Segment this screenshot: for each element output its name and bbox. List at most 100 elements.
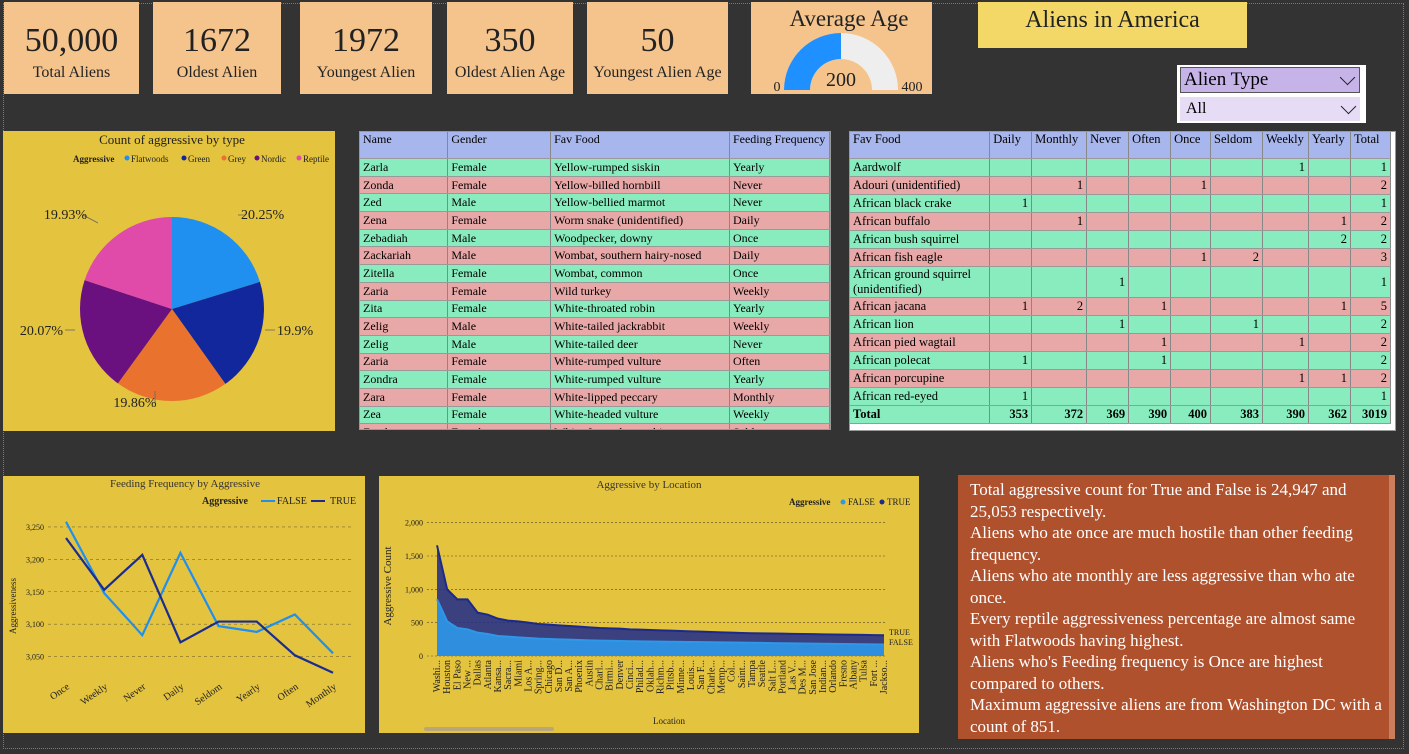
matrix-row[interactable]: African ground squirrel (unidentified) 1 1 (850, 266, 1392, 298)
matrix-row[interactable]: Adouri (unidentified) 1 1 2 (850, 176, 1392, 195)
column-header[interactable]: Never (1086, 132, 1130, 159)
slicer-header[interactable]: Alien Type (1180, 67, 1360, 93)
chevron-down-icon[interactable] (1340, 98, 1357, 115)
legend-item[interactable]: Grey (228, 154, 246, 164)
pie-data-label: 19.86% (113, 396, 157, 411)
average-age-gauge[interactable]: Average Age 200 0 400 (751, 2, 932, 95)
pie-chart-panel[interactable]: Count of aggressive by type Aggressive F… (3, 131, 335, 431)
matrix-cell (1086, 212, 1130, 231)
table-row[interactable]: Zackariah Male Wombat, southern hairy-nose… (360, 246, 830, 266)
table-row[interactable]: ZandraFemaleWhite-fronted capuchinSeldom (360, 423, 830, 429)
matrix-row[interactable]: African jacana 1 2 1 1 5 (850, 297, 1392, 316)
matrix-row[interactable]: African pied wagtail 1 1 2 (850, 333, 1392, 352)
matrix-row[interactable]: Aardwolf 1 1 (850, 158, 1392, 177)
column-header[interactable]: Yearly (1308, 132, 1351, 159)
kpi-card-youngest-alien-age[interactable]: 50 Youngest Alien Age (587, 2, 728, 94)
column-header[interactable]: Seldom (1210, 132, 1263, 159)
table-cell: Weekly (729, 317, 830, 336)
column-header[interactable]: Feeding Frequency (729, 132, 830, 159)
matrix-cell (1128, 158, 1172, 177)
column-header[interactable]: Weekly (1262, 132, 1309, 159)
table-row[interactable]: Zaria Female White-rumped vulture Often (360, 353, 830, 372)
legend-item[interactable]: Flatwoods (131, 154, 169, 164)
column-header[interactable]: Total (1350, 132, 1392, 159)
table-cell: Once (729, 264, 830, 283)
table-row[interactable]: Zarla Female Yellow-rumped siskin Yearly (360, 158, 830, 177)
matrix-cell (1210, 351, 1263, 370)
chevron-down-icon[interactable] (1339, 69, 1356, 86)
line-chart-panel[interactable]: Feeding Frequency by Aggressive Aggressi… (3, 476, 365, 733)
matrix-cell: African buffalo (850, 212, 991, 231)
table-row[interactable]: Zebadiah Male Woodpecker, downy Once (360, 229, 830, 248)
y-tick-label: 3,050 (26, 653, 44, 662)
matrix-row[interactable]: African lion 1 1 2 (850, 315, 1392, 334)
table-cell: Wombat, common (550, 264, 730, 283)
table-row[interactable]: Zea Female White-headed vulture Weekly (360, 406, 830, 425)
horizontal-scrollbar[interactable] (424, 727, 554, 731)
matrix-row[interactable]: African fish eagle 1 2 3 (850, 248, 1392, 267)
slicer-dropdown[interactable]: All (1180, 97, 1360, 121)
table-row[interactable]: Zondra Female White-rumped vulture Yearly (360, 370, 830, 389)
table-cell: Yearly (729, 300, 830, 319)
kpi-card-total-aliens[interactable]: 50,000 Total Aliens (4, 2, 139, 94)
table-row[interactable]: Zitella Female Wombat, common Once (360, 264, 830, 283)
legend-item[interactable]: Reptile (303, 154, 329, 164)
matrix-row[interactable]: African buffalo 1 1 2 (850, 212, 1392, 231)
matrix-row[interactable]: African red-eyed 1 1 (850, 387, 1392, 406)
matrix-cell (1031, 315, 1088, 334)
area-chart-panel[interactable]: Aggressive by Location Aggressive FALSE … (379, 476, 919, 733)
kpi-card-youngest-alien[interactable]: 1972 Youngest Alien (300, 2, 432, 94)
table-row[interactable]: Zed Male Yellow-bellied marmot Never (360, 193, 830, 213)
matrix-cell (1262, 248, 1309, 267)
matrix-cell: African fish eagle (850, 248, 991, 267)
fav-food-matrix[interactable]: Fav Food Daily Monthly Never Often Once Seldom… (849, 131, 1396, 431)
table-row[interactable]: Zita Female White-throated robin Yearly (360, 300, 830, 319)
line-series-true[interactable] (65, 537, 334, 674)
table-row[interactable]: Zara Female White-lipped peccary Monthly (360, 388, 830, 407)
table-row[interactable]: Zena Female Worm snake (unidentified) Daily (360, 211, 830, 230)
alien-details-table[interactable]: Name Gender Fav Food Feeding Frequency Zarl… (359, 131, 831, 430)
table-row[interactable]: Zaria Female Wild turkey Weekly (360, 282, 830, 301)
matrix-total-cell: 372 (1031, 405, 1088, 424)
column-header[interactable]: Fav Food (550, 132, 730, 159)
kpi-card-oldest-alien[interactable]: 1672 Oldest Alien (153, 2, 281, 94)
matrix-cell (1128, 212, 1172, 231)
matrix-cell: African black crake (850, 194, 991, 213)
column-header[interactable]: Gender (447, 132, 552, 159)
matrix-cell (1262, 387, 1309, 406)
table-row[interactable]: Zonda Female Yellow-billed hornbill Never (360, 176, 830, 195)
column-header[interactable]: Monthly (1031, 132, 1088, 159)
matrix-cell (1210, 297, 1263, 316)
alien-type-slicer[interactable]: Alien Type All (1177, 65, 1366, 123)
matrix-cell: African lion (850, 315, 991, 334)
column-header[interactable]: Name (360, 132, 449, 159)
matrix-total-cell: 390 (1262, 405, 1309, 424)
legend-item[interactable]: Green (188, 154, 210, 164)
matrix-cell: 1 (1128, 333, 1172, 352)
matrix-cell (1086, 194, 1130, 213)
matrix-row[interactable]: African polecat 1 1 2 (850, 351, 1392, 370)
matrix-cell (1128, 176, 1172, 195)
legend-label-true: TRUE (887, 497, 911, 507)
matrix-row[interactable]: African black crake 1 1 (850, 194, 1392, 213)
insight-line: Aliens who ate monthly are less aggressi… (970, 566, 1355, 607)
matrix-row[interactable]: African bush squirrel 2 2 (850, 230, 1392, 249)
table-row[interactable]: Zelig Male White-tailed jackrabbit Weekly (360, 317, 830, 336)
kpi-card-oldest-alien-age[interactable]: 350 Oldest Alien Age (447, 2, 573, 94)
matrix-cell (1031, 230, 1088, 249)
column-header[interactable]: Fav Food (850, 132, 991, 159)
insight-line: Every reptile aggressiveness percentage … (970, 609, 1356, 650)
table-cell: Wombat, southern hairy-nosed (550, 246, 730, 266)
vertical-scrollbar[interactable] (1389, 475, 1395, 739)
column-header[interactable]: Often (1128, 132, 1172, 159)
insights-panel: Total aggressive count for True and Fals… (958, 475, 1395, 739)
column-header[interactable]: Daily (989, 132, 1033, 159)
matrix-cell: 1 (1308, 297, 1351, 316)
table-row[interactable]: Zelig Male White-tailed deer Never (360, 335, 830, 354)
matrix-cell: 2 (1031, 297, 1088, 316)
legend-item[interactable]: Nordic (261, 154, 286, 164)
column-header[interactable]: Once (1170, 132, 1212, 159)
matrix-row[interactable]: African porcupine 1 1 2 (850, 369, 1392, 388)
matrix-cell (1170, 297, 1212, 316)
matrix-cell: 2 (1350, 315, 1392, 334)
